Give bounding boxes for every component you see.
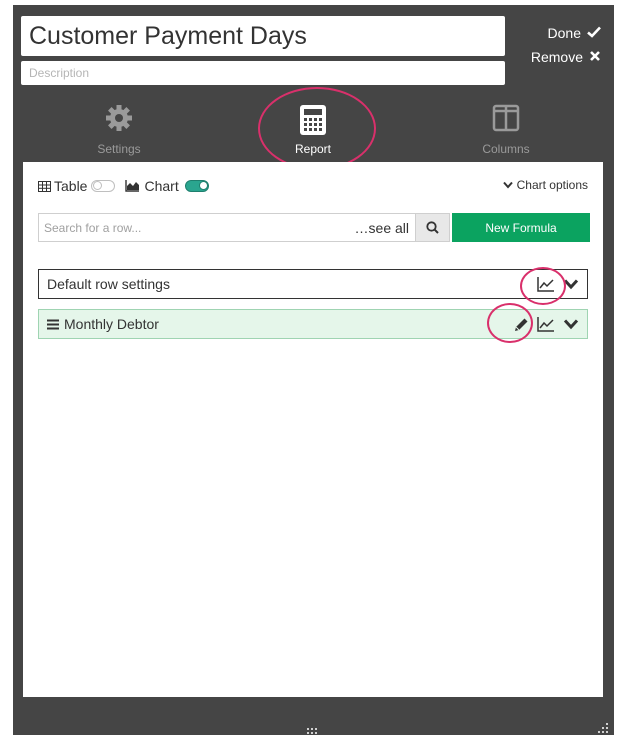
table-toggle-knob: [93, 181, 103, 190]
row-label: Monthly Debtor: [64, 316, 159, 332]
line-chart-icon[interactable]: [537, 316, 555, 332]
tab-settings[interactable]: Settings: [59, 104, 179, 156]
row-search-placeholder: Search for a row...: [44, 220, 142, 235]
drag-handle-icon[interactable]: [47, 319, 59, 330]
tab-columns-label: Columns: [482, 142, 530, 156]
done-label: Done: [547, 25, 581, 41]
report-highlight-circle: [258, 87, 376, 170]
drag-grip-icon[interactable]: [307, 723, 319, 741]
remove-button[interactable]: Remove: [531, 49, 601, 65]
search-icon: [426, 221, 439, 234]
remove-label: Remove: [530, 49, 583, 65]
close-icon: [589, 49, 601, 65]
title-input[interactable]: Customer Payment Days: [21, 16, 505, 56]
chart-options-link[interactable]: Chart options: [502, 178, 588, 192]
row-default-settings[interactable]: Default row settings: [38, 269, 588, 299]
row-search-input[interactable]: Search for a row... …see all: [38, 213, 433, 242]
resize-handle-icon[interactable]: [598, 722, 610, 740]
table-icon: [38, 180, 51, 192]
tab-columns[interactable]: Columns: [446, 104, 566, 156]
report-content: Table Chart Chart options Search for a r…: [23, 162, 603, 697]
gear-icon: [59, 104, 179, 138]
done-button[interactable]: Done: [548, 25, 601, 41]
new-formula-button[interactable]: New Formula: [452, 213, 590, 242]
table-toggle-label: Table: [54, 178, 88, 194]
description-placeholder: Description: [29, 66, 90, 80]
search-button[interactable]: [415, 213, 450, 242]
chart-toggle-label: Chart: [144, 178, 179, 194]
chart-toggle-knob: [198, 181, 208, 190]
see-all-link[interactable]: …see all: [355, 220, 415, 236]
table-toggle-switch[interactable]: [91, 180, 116, 192]
columns-icon: [446, 104, 566, 138]
chart-toggle-switch[interactable]: [184, 180, 209, 192]
chevron-down-icon: [502, 181, 513, 189]
area-chart-icon: [125, 180, 140, 192]
check-icon: [587, 25, 601, 41]
chevron-down-icon[interactable]: [563, 318, 579, 330]
chart-options-label: Chart options: [516, 178, 588, 192]
description-input[interactable]: Description: [21, 61, 505, 85]
chart-icon-highlight-circle: [520, 267, 566, 305]
tab-settings-label: Settings: [97, 142, 141, 156]
title-text: Customer Payment Days: [29, 22, 307, 50]
edit-icon-highlight-circle: [487, 303, 533, 343]
row-label: Default row settings: [47, 276, 170, 292]
view-toggles: Table Chart: [38, 178, 209, 194]
